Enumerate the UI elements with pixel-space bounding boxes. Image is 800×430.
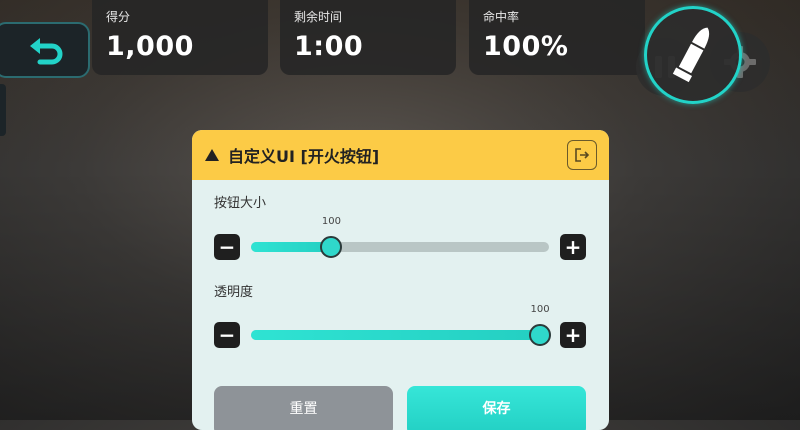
opacity-decrease-button[interactable]: −: [214, 322, 240, 348]
opacity-slider-fill: [251, 330, 541, 340]
warning-icon: [205, 149, 219, 161]
opacity-value: 100: [530, 304, 550, 315]
back-arrow-icon: [30, 38, 63, 65]
size-slider-handle[interactable]: [320, 236, 343, 258]
side-tab[interactable]: [0, 84, 6, 136]
panel-header: 自定义UI [开火按钮]: [192, 130, 609, 180]
score-label: 得分: [106, 10, 131, 24]
opacity-slider[interactable]: 100: [251, 304, 552, 346]
save-button[interactable]: 保存: [407, 386, 586, 430]
accuracy-label: 命中率: [483, 10, 520, 24]
exit-button[interactable]: [567, 140, 597, 170]
time-panel: 剩余时间 1:00: [280, 0, 456, 75]
exit-icon: [575, 148, 590, 162]
size-slider-fill: [251, 242, 332, 252]
fire-button[interactable]: [644, 6, 742, 104]
accuracy-panel: 命中率 100%: [469, 0, 645, 75]
opacity-label: 透明度: [214, 285, 254, 300]
bullet-icon: [672, 27, 710, 83]
size-increase-button[interactable]: +: [560, 234, 586, 260]
time-label: 剩余时间: [294, 10, 343, 24]
accuracy-value: 100%: [483, 31, 569, 62]
reset-button[interactable]: 重置: [214, 386, 393, 430]
opacity-slider-handle[interactable]: [529, 324, 552, 346]
size-decrease-button[interactable]: −: [214, 234, 240, 260]
size-label: 按钮大小: [214, 196, 267, 211]
score-panel: 得分 1,000: [92, 0, 268, 75]
size-value: 100: [321, 216, 341, 227]
custom-ui-panel: 自定义UI [开火按钮] 按钮大小 − 100 + 透明度 − 100 + 重置…: [192, 130, 609, 430]
back-button[interactable]: [0, 22, 90, 78]
time-value: 1:00: [294, 31, 364, 62]
score-value: 1,000: [106, 31, 194, 62]
opacity-increase-button[interactable]: +: [560, 322, 586, 348]
size-slider[interactable]: 100: [251, 216, 549, 258]
panel-title: 自定义UI [开火按钮]: [228, 147, 380, 166]
